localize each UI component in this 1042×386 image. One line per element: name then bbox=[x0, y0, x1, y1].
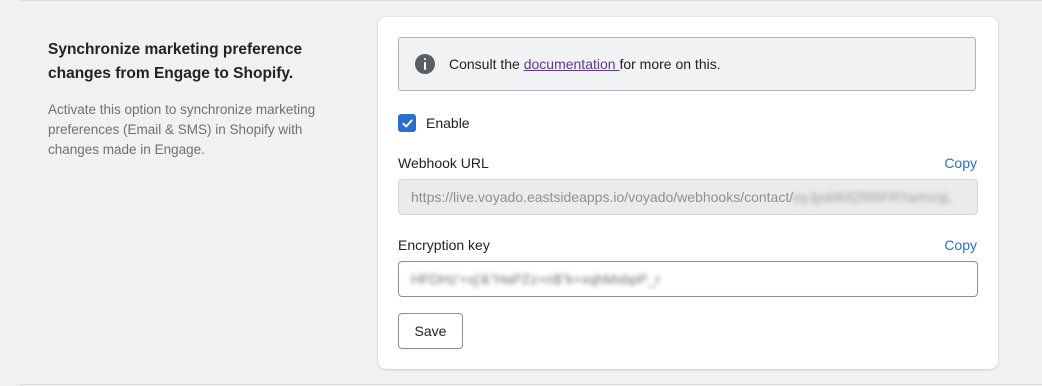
webhook-url-obscured: eyJpdiI6IlZRRFRYamVqL bbox=[793, 189, 953, 205]
section-info: Synchronize marketing preference changes… bbox=[48, 38, 338, 160]
section-description: Activate this option to synchronize mark… bbox=[48, 102, 316, 157]
banner-prefix: Consult the bbox=[449, 56, 524, 72]
banner-text: Consult the documentation for more on th… bbox=[449, 56, 721, 72]
enable-checkbox[interactable] bbox=[398, 114, 416, 132]
info-banner: Consult the documentation for more on th… bbox=[398, 37, 976, 91]
enable-label: Enable bbox=[426, 115, 470, 131]
info-icon bbox=[415, 54, 435, 74]
webhook-copy-button[interactable]: Copy bbox=[944, 155, 977, 171]
banner-suffix: for more on this. bbox=[619, 56, 721, 72]
encryption-key-value: HFDHz'+xj'&"HaPZz+n$"k+xqhMxbpP_r bbox=[411, 271, 661, 287]
top-divider bbox=[20, 0, 1042, 1]
webhook-url-value: https://live.voyado.eastsideapps.io/voya… bbox=[411, 189, 794, 205]
webhook-url-field[interactable]: https://live.voyado.eastsideapps.io/voya… bbox=[398, 179, 978, 215]
save-button[interactable]: Save bbox=[398, 313, 463, 349]
enable-row[interactable]: Enable bbox=[398, 114, 470, 132]
documentation-link[interactable]: documentation bbox=[524, 56, 620, 72]
encryption-key-label: Encryption key bbox=[398, 237, 490, 253]
encryption-copy-button[interactable]: Copy bbox=[944, 237, 977, 253]
encryption-key-field[interactable]: HFDHz'+xj'&"HaPZz+n$"k+xqhMxbpP_r bbox=[398, 261, 978, 297]
checkmark-icon bbox=[401, 118, 413, 127]
section-title: Synchronize marketing preference changes… bbox=[48, 41, 303, 82]
bottom-divider bbox=[20, 384, 1042, 385]
settings-card: Consult the documentation for more on th… bbox=[378, 17, 998, 369]
webhook-url-label: Webhook URL bbox=[398, 155, 489, 171]
